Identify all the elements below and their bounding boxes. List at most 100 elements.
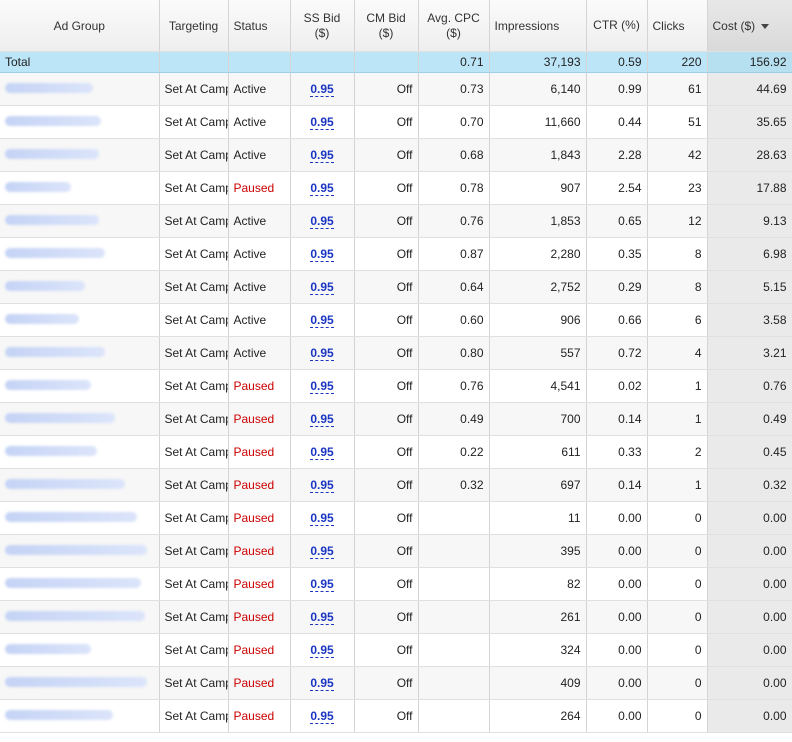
ad-group-link[interactable] <box>5 314 79 324</box>
ss-bid-link[interactable]: 0.95 <box>310 445 334 460</box>
clicks-cell: 42 <box>647 138 708 172</box>
ad-group-link[interactable] <box>5 479 125 489</box>
ss-bid-link[interactable]: 0.95 <box>310 544 334 559</box>
status-cell[interactable]: Paused <box>228 666 291 700</box>
status-cell[interactable]: Active <box>228 204 291 238</box>
status-cell[interactable]: Active <box>228 303 291 337</box>
status-cell[interactable]: Active <box>228 138 291 172</box>
avg-cpc-cell: 0.68 <box>418 138 490 172</box>
ad-group-link[interactable] <box>5 677 147 687</box>
impressions-cell: 907 <box>489 171 587 205</box>
targeting-cell: Set At Campaign <box>159 501 229 535</box>
ad-group-link[interactable] <box>5 215 99 225</box>
ad-group-link[interactable] <box>5 644 91 654</box>
ss-bid-cell: 0.95 <box>290 336 355 370</box>
col-header-cm-bid[interactable]: CM Bid ($) <box>354 0 419 52</box>
total-ss-bid <box>290 51 355 73</box>
ss-bid-cell: 0.95 <box>290 303 355 337</box>
status-cell[interactable]: Paused <box>228 468 291 502</box>
col-header-impressions[interactable]: Impressions <box>489 0 587 52</box>
status-cell[interactable]: Paused <box>228 633 291 667</box>
ss-bid-link[interactable]: 0.95 <box>310 676 334 691</box>
cm-bid-cell: Off <box>354 402 419 436</box>
status-cell[interactable]: Paused <box>228 699 291 733</box>
ss-bid-link[interactable]: 0.95 <box>310 115 334 130</box>
ad-group-link[interactable] <box>5 149 99 159</box>
ad-group-link[interactable] <box>5 83 93 93</box>
ad-group-link[interactable] <box>5 413 115 423</box>
ad-group-cell <box>0 699 160 733</box>
ad-group-link[interactable] <box>5 710 113 720</box>
clicks-cell: 0 <box>647 633 708 667</box>
status-cell[interactable]: Active <box>228 237 291 271</box>
ss-bid-link[interactable]: 0.95 <box>310 313 334 328</box>
ss-bid-link[interactable]: 0.95 <box>310 82 334 97</box>
ss-bid-link[interactable]: 0.95 <box>310 346 334 361</box>
ss-bid-link[interactable]: 0.95 <box>310 643 334 658</box>
col-header-ss-bid[interactable]: SS Bid ($) <box>290 0 355 52</box>
table-row: Set At CampaignActive 0.95 Off0.681,8432.2… <box>0 138 792 172</box>
ss-bid-cell: 0.95 <box>290 105 355 139</box>
ad-group-link[interactable] <box>5 611 145 621</box>
status-cell[interactable]: Paused <box>228 567 291 601</box>
ad-group-cell <box>0 105 160 139</box>
status-cell[interactable]: Paused <box>228 501 291 535</box>
ss-bid-cell: 0.95 <box>290 666 355 700</box>
status-cell[interactable]: Active <box>228 105 291 139</box>
status-cell[interactable]: Paused <box>228 534 291 568</box>
ss-bid-link[interactable]: 0.95 <box>310 379 334 394</box>
ad-group-link[interactable] <box>5 545 147 555</box>
col-header-cost[interactable]: Cost ($) <box>707 0 792 52</box>
total-avg-cpc: 0.71 <box>418 51 490 73</box>
cm-bid-cell: Off <box>354 600 419 634</box>
col-header-targeting[interactable]: Targeting <box>159 0 229 52</box>
ss-bid-link[interactable]: 0.95 <box>310 280 334 295</box>
ad-group-link[interactable] <box>5 248 105 258</box>
ad-group-link[interactable] <box>5 116 101 126</box>
cm-bid-cell: Off <box>354 336 419 370</box>
avg-cpc-cell: 0.80 <box>418 336 490 370</box>
ss-bid-link[interactable]: 0.95 <box>310 511 334 526</box>
ad-group-link[interactable] <box>5 281 85 291</box>
status-cell[interactable]: Active <box>228 336 291 370</box>
ad-group-cell <box>0 204 160 238</box>
status-cell[interactable]: Paused <box>228 402 291 436</box>
ss-bid-link[interactable]: 0.95 <box>310 577 334 592</box>
clicks-cell: 4 <box>647 336 708 370</box>
ss-bid-link[interactable]: 0.95 <box>310 214 334 229</box>
total-status <box>228 51 291 73</box>
col-header-ad-group[interactable]: Ad Group <box>0 0 160 52</box>
ss-bid-link[interactable]: 0.95 <box>310 412 334 427</box>
status-cell[interactable]: Active <box>228 72 291 106</box>
impressions-cell: 2,752 <box>489 270 587 304</box>
ad-group-link[interactable] <box>5 512 137 522</box>
ss-bid-link[interactable]: 0.95 <box>310 148 334 163</box>
ad-group-link[interactable] <box>5 182 71 192</box>
ad-group-link[interactable] <box>5 347 105 357</box>
ad-group-link[interactable] <box>5 446 97 456</box>
ss-bid-link[interactable]: 0.95 <box>310 709 334 724</box>
impressions-cell: 906 <box>489 303 587 337</box>
sort-desc-icon[interactable] <box>761 23 770 29</box>
status-cell[interactable]: Paused <box>228 369 291 403</box>
ad-group-link[interactable] <box>5 380 91 390</box>
impressions-cell: 700 <box>489 402 587 436</box>
targeting-cell: Set At Campaign <box>159 534 229 568</box>
ss-bid-link[interactable]: 0.95 <box>310 247 334 262</box>
status-cell[interactable]: Paused <box>228 435 291 469</box>
status-cell[interactable]: Paused <box>228 171 291 205</box>
ss-bid-link[interactable]: 0.95 <box>310 610 334 625</box>
cost-cell: 0.00 <box>707 567 792 601</box>
status-cell[interactable]: Active <box>228 270 291 304</box>
col-header-avg-cpc[interactable]: Avg. CPC ($) <box>418 0 490 52</box>
ss-bid-link[interactable]: 0.95 <box>310 478 334 493</box>
col-header-status[interactable]: Status <box>228 0 291 52</box>
ad-group-link[interactable] <box>5 578 141 588</box>
col-header-ctr[interactable]: CTR (%) <box>586 0 648 52</box>
status-cell[interactable]: Paused <box>228 600 291 634</box>
impressions-cell: 2,280 <box>489 237 587 271</box>
col-header-clicks[interactable]: Clicks <box>647 0 708 52</box>
ss-bid-link[interactable]: 0.95 <box>310 181 334 196</box>
total-cm-bid <box>354 51 419 73</box>
impressions-cell: 4,541 <box>489 369 587 403</box>
